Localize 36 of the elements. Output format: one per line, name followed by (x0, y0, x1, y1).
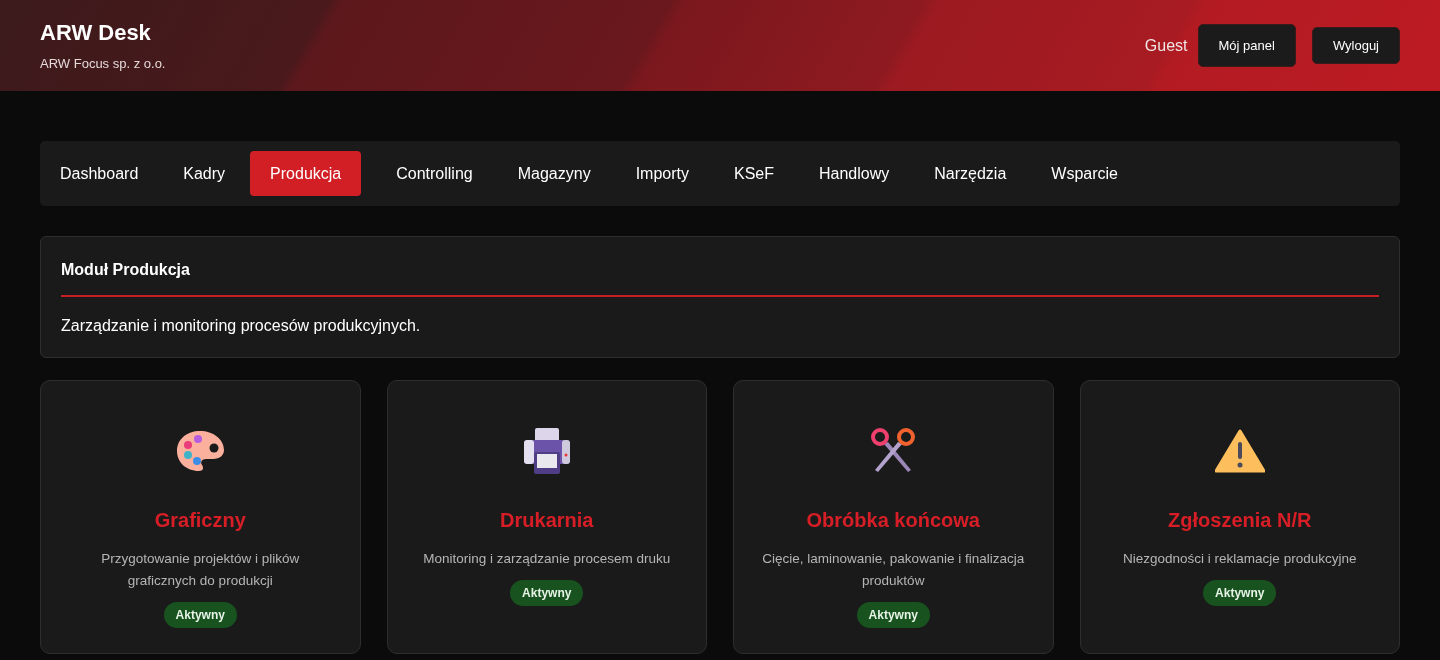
card-description: Cięcie, laminowanie, pakowanie i finalizacja produktów (762, 550, 1025, 590)
nav-tab[interactable]: KSeF (724, 151, 784, 196)
nav-tab[interactable]: Kadry (173, 151, 236, 196)
module-card[interactable]: Zgłoszenia N/R Niezgodności i reklamacje produkcyjne Aktywny (1079, 380, 1400, 654)
company-name: ARW Focus sp. z o.o. (40, 56, 166, 71)
card-title: Drukarnia (500, 509, 594, 532)
user-name: Guest (1144, 36, 1188, 55)
nav-tab[interactable]: Produkcja (250, 151, 362, 196)
module-card[interactable]: Obróbka końcowa Cięcie, laminowanie, pakowanie i finalizacja produktów Aktywny (733, 380, 1054, 654)
card-title: Zgłoszenia N/R (1168, 509, 1312, 532)
module-title: Moduł Produkcja (61, 261, 1379, 297)
warning-icon (1214, 429, 1265, 473)
module-card[interactable]: Graficzny Przygotowanie projektów i plików graficznych do produkcji Aktywny (40, 380, 361, 654)
card-description: Monitoring i zarządzanie procesem druku (423, 550, 671, 568)
card-description: Przygotowanie projektów i plików graficznych do produkcji (100, 550, 301, 590)
card-title: Obróbka końcowa (806, 509, 980, 532)
nav-tab[interactable]: Magazyny (507, 151, 601, 196)
nav-tab[interactable]: Wsparcie (1041, 151, 1128, 196)
module-card[interactable]: Drukarnia Monitoring i zarządzanie procesem druku Aktywny (386, 380, 707, 654)
nav-tab[interactable]: Handlowy (809, 151, 900, 196)
printer-icon (521, 426, 572, 476)
nav-tab[interactable]: Controlling (386, 151, 483, 196)
status-badge: Aktywny (163, 602, 237, 628)
nav-tab[interactable]: Dashboard (50, 151, 149, 196)
logout-button[interactable]: Wyloguj (1311, 27, 1400, 64)
panel-button[interactable]: Mój panel (1197, 24, 1296, 67)
palette-icon (175, 429, 226, 473)
module-description: Zarządzanie i monitoring procesów produkcyjnych. (61, 317, 422, 335)
status-badge: Aktywny (1203, 580, 1277, 606)
card-description: Niezgodności i reklamacje produkcyjne (1123, 550, 1357, 568)
nav-tab[interactable]: Importy (625, 151, 699, 196)
app-title: ARW Desk (40, 20, 152, 46)
card-title: Graficzny (154, 509, 246, 532)
nav-tab[interactable]: Narzędzia (924, 151, 1017, 196)
status-badge: Aktywny (510, 580, 584, 606)
status-badge: Aktywny (856, 602, 930, 628)
